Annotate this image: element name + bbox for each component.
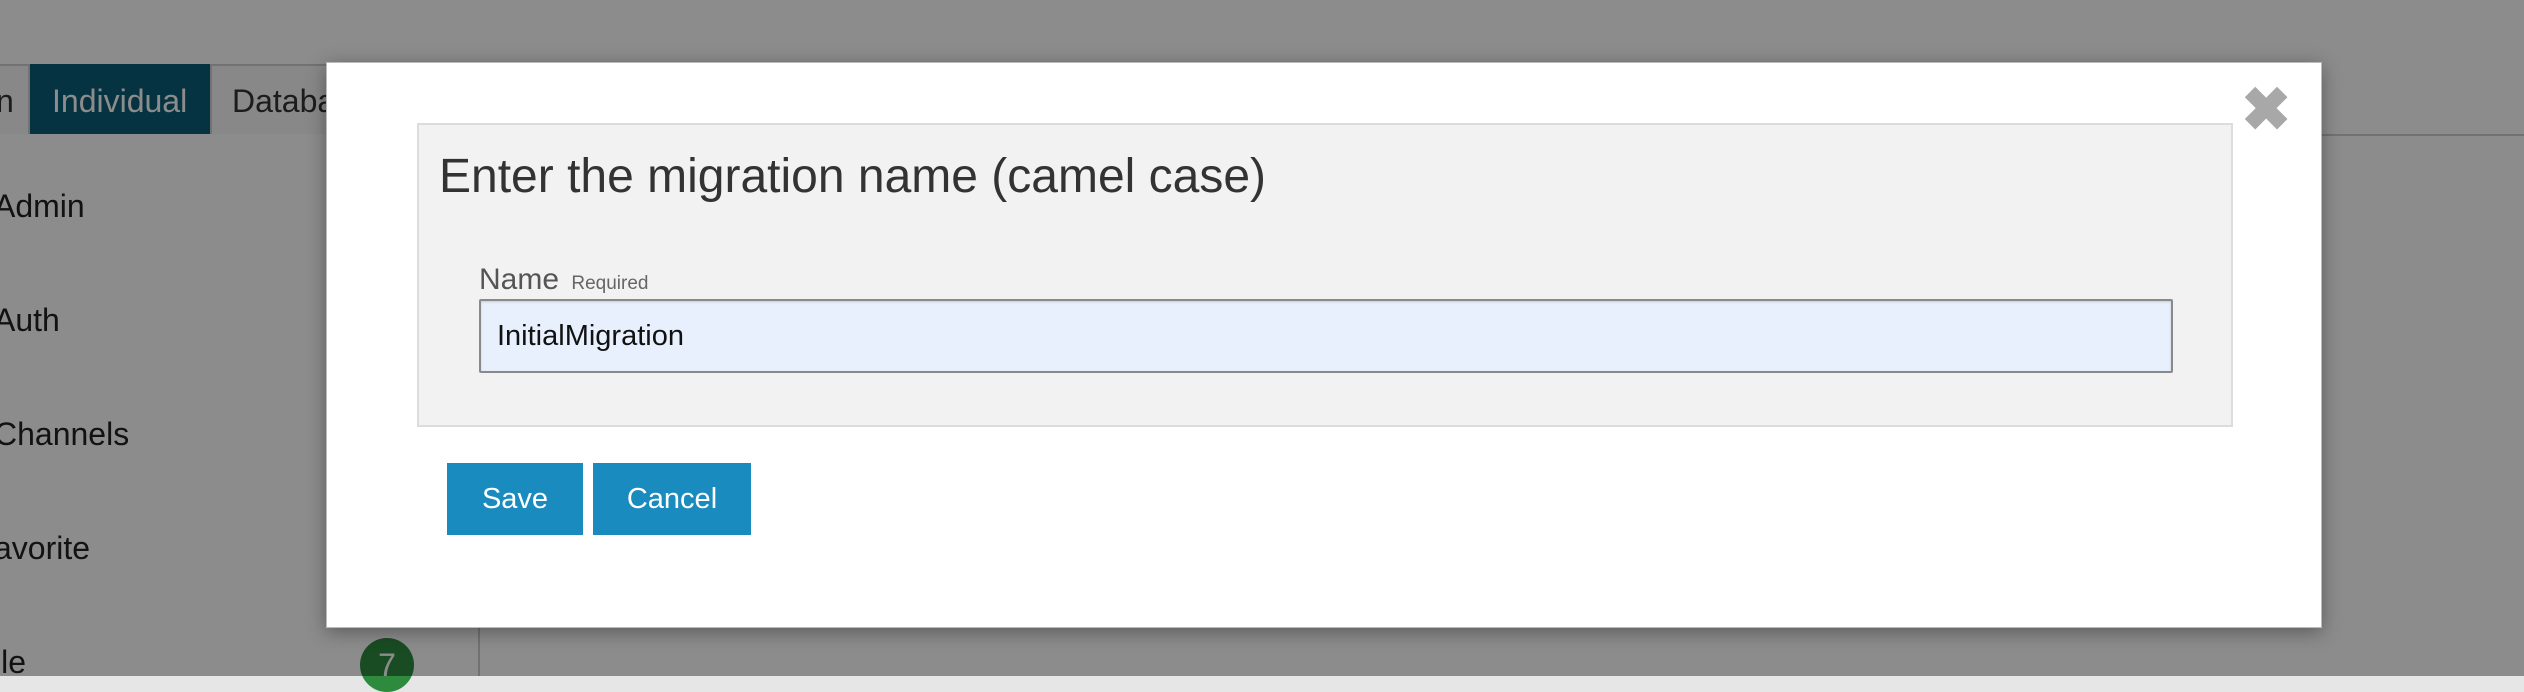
close-icon[interactable]: ✖ [2241, 80, 2291, 140]
migration-form-panel: Enter the migration name (camel case) Na… [417, 123, 2233, 427]
migration-name-input[interactable] [479, 299, 2173, 373]
modal-backdrop[interactable]: ✖ Enter the migration name (camel case) … [0, 0, 2524, 676]
required-hint: Required [571, 273, 649, 294]
name-field-label: Name Required [479, 263, 648, 297]
migration-name-dialog: ✖ Enter the migration name (camel case) … [326, 62, 2322, 628]
name-label-text: Name [479, 263, 560, 296]
dialog-title: Enter the migration name (camel case) [439, 150, 1267, 203]
cancel-button[interactable]: Cancel [593, 463, 751, 535]
save-button[interactable]: Save [447, 463, 583, 535]
